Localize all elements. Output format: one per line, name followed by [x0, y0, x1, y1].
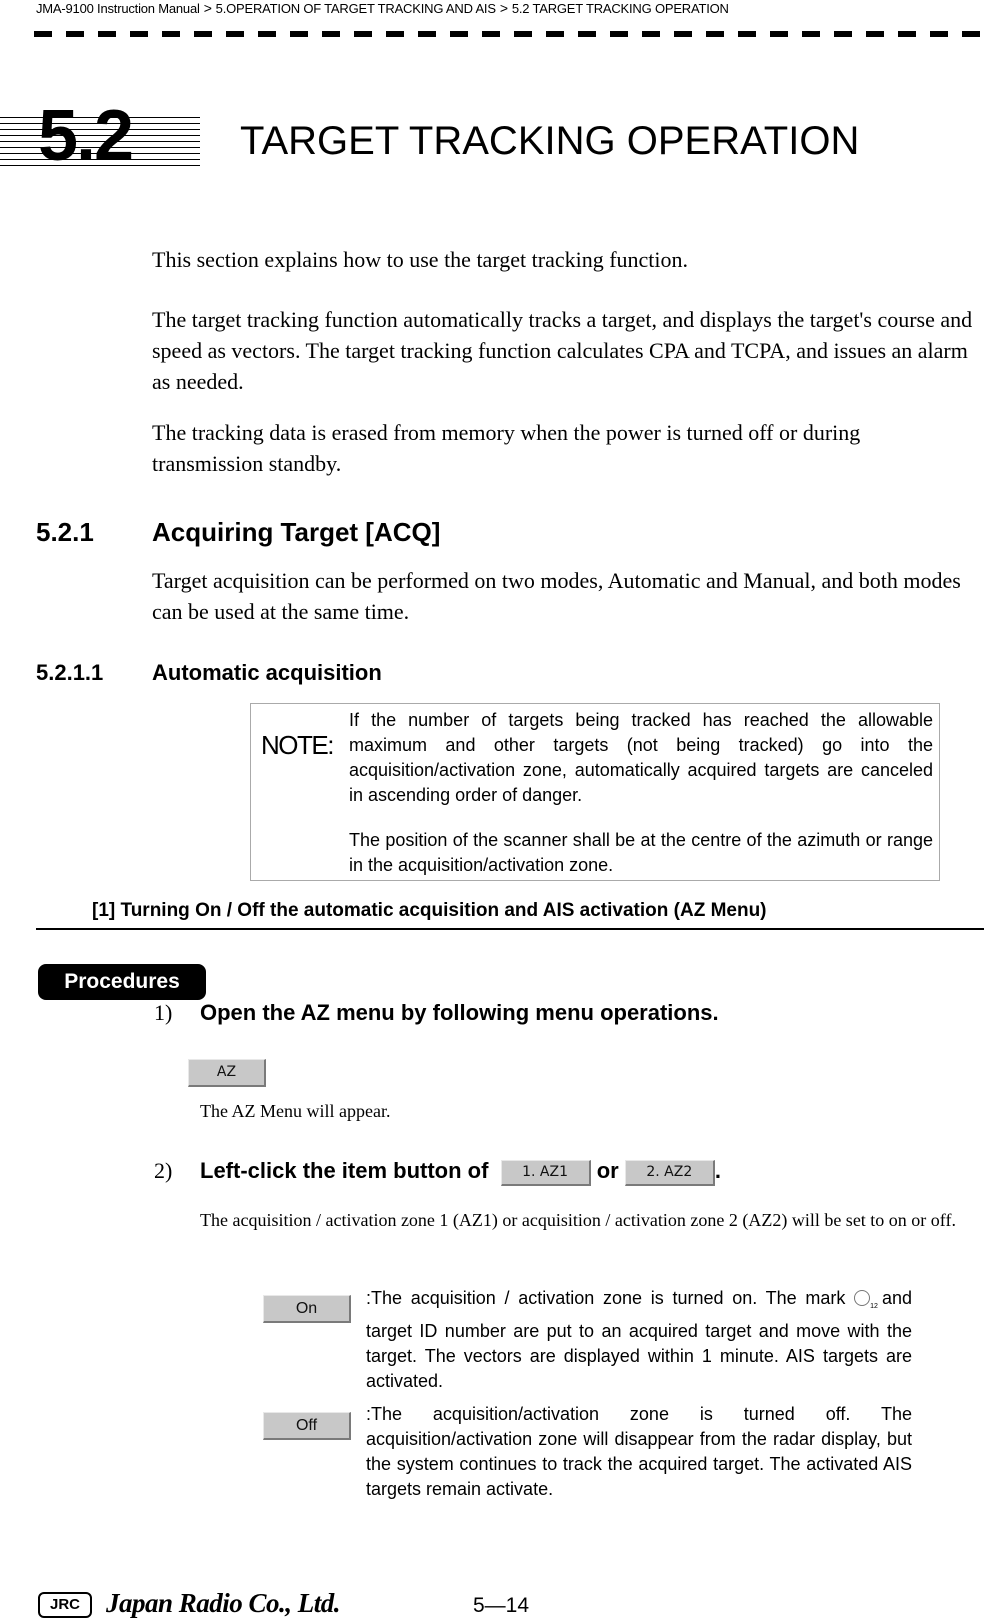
breadcrumb: JMA-9100 Instruction Manual >5.OPERATION … [36, 0, 729, 16]
step-period: . [714, 1158, 721, 1183]
step-instruction: Open the AZ menu by following menu opera… [200, 1000, 719, 1025]
page-number: 5—14 [473, 1594, 530, 1617]
section-paragraph: Target acquisition can be performed on t… [152, 568, 961, 624]
az1-button[interactable]: 1. AZ1 [500, 1160, 591, 1186]
step-number: 2) [154, 1158, 173, 1183]
on-button[interactable]: On [263, 1295, 351, 1323]
procedures-badge: Procedures [38, 964, 206, 1000]
subsection-number: 5.2.1.1 [36, 660, 104, 685]
chapter-number: 5.2 [38, 96, 134, 176]
breadcrumb-separator-icon: > [203, 0, 212, 16]
intro-paragraph: The target tracking function automatical… [152, 307, 973, 394]
az2-button[interactable]: 2. AZ2 [624, 1160, 715, 1186]
intro-paragraph: This section explains how to use the tar… [152, 247, 689, 272]
az-menu-button[interactable]: AZ [188, 1059, 266, 1087]
breadcrumb-item-manual[interactable]: JMA-9100 Instruction Manual [36, 1, 200, 16]
step-result: The AZ Menu will appear. [200, 1101, 391, 1121]
breadcrumb-item-section[interactable]: 5.2 TARGET TRACKING OPERATION [512, 1, 729, 16]
procedure-heading: [1] Turning On / Off the automatic acqui… [92, 900, 767, 921]
off-description: :The acquisition/activation zone is turn… [366, 1404, 912, 1499]
step-number: 1) [154, 1000, 173, 1025]
step-instruction-text: Left-click the item button of [200, 1158, 489, 1183]
note-box: NOTE: If the number of targets being tra… [250, 703, 940, 881]
company-name: Japan Radio Co., Ltd. [106, 1588, 341, 1618]
step-result: The acquisition / activation zone 1 (AZ1… [200, 1210, 956, 1230]
intro-paragraph: The tracking data is erased from memory … [152, 420, 861, 476]
target-mark-circle-icon [854, 1290, 871, 1306]
off-button[interactable]: Off [263, 1412, 351, 1440]
heading-rule [36, 928, 984, 930]
step-connector: or [596, 1158, 619, 1183]
step-instruction: Left-click the item button of 1. AZ1 or … [200, 1158, 721, 1186]
chapter-number-block: 5.2 [0, 100, 200, 172]
note-paragraph: The position of the scanner shall be at … [349, 830, 933, 875]
note-label: NOTE: [261, 730, 334, 760]
target-mark-id: 12 [870, 1303, 878, 1310]
breadcrumb-separator-icon: > [499, 0, 508, 16]
subsection-title: Automatic acquisition [152, 660, 382, 685]
header-dashed-divider [34, 31, 984, 37]
chapter-title: TARGET TRACKING OPERATION [240, 119, 860, 163]
section-number: 5.2.1 [36, 517, 94, 547]
on-description: :The acquisition / activation zone is tu… [366, 1286, 912, 1394]
on-description-text: :The acquisition / activation zone is tu… [366, 1288, 846, 1308]
breadcrumb-item-chapter[interactable]: 5.OPERATION OF TARGET TRACKING AND AIS [216, 1, 496, 16]
jrc-logo: JRC [38, 1592, 92, 1618]
section-title: Acquiring Target [ACQ] [152, 517, 441, 547]
note-paragraph: If the number of targets being tracked h… [349, 710, 933, 805]
